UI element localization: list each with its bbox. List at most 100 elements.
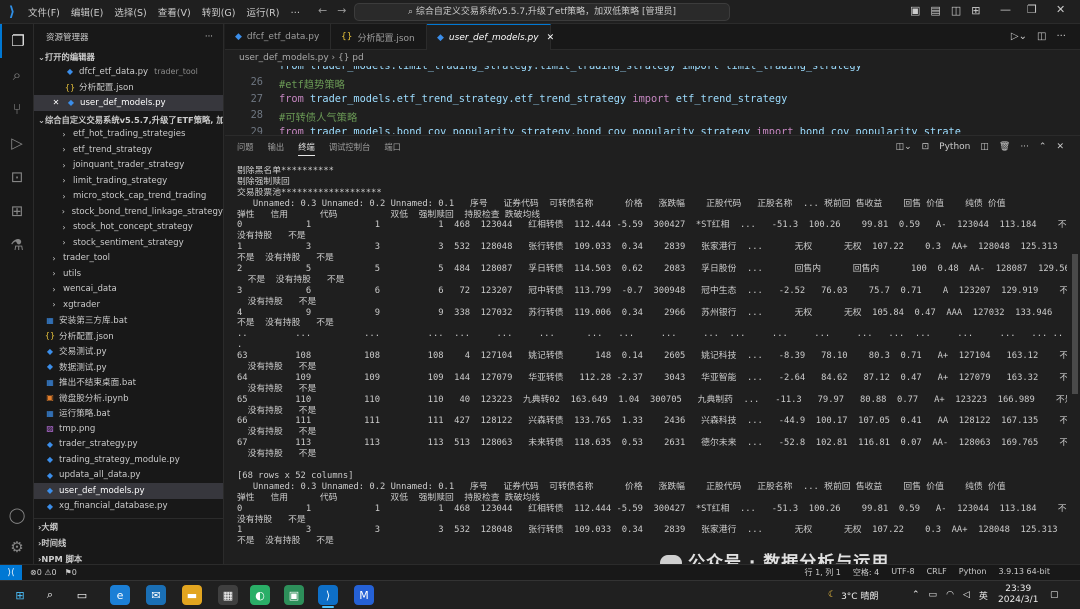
- split-editor-icon[interactable]: ◫: [1037, 31, 1046, 42]
- mail-icon[interactable]: ✉: [146, 585, 166, 605]
- panel-tab[interactable]: 终端: [298, 141, 315, 156]
- terminal-scrollbar[interactable]: [1072, 254, 1078, 394]
- panel-tab[interactable]: 输出: [268, 141, 285, 155]
- file-item[interactable]: ◆ trading_strategy_module.py: [34, 452, 223, 468]
- windows-start-icon[interactable]: ⊞: [10, 585, 30, 605]
- panel-tab[interactable]: 问题: [237, 141, 254, 155]
- code-line[interactable]: from trader_models.bond_cov_popularity_s…: [279, 126, 961, 134]
- info-status[interactable]: ⚑0: [65, 568, 77, 577]
- minimize-icon[interactable]: —: [1000, 3, 1011, 16]
- menu-file[interactable]: 文件(F): [28, 5, 60, 19]
- folder-item[interactable]: › micro_stock_cap_trend_trading: [34, 189, 223, 205]
- file-item[interactable]: ◆ user_def_models.py: [34, 483, 223, 499]
- menu-view[interactable]: 查看(V): [158, 5, 191, 19]
- code-editor[interactable]: from trader_models.limit_trading_strateg…: [225, 66, 1080, 134]
- menu-go[interactable]: 转到(G): [202, 5, 236, 19]
- close-panel-icon[interactable]: ✕: [1056, 142, 1064, 152]
- tab-dfcf-etf-data[interactable]: ◆ dfcf_etf_data.py: [225, 24, 331, 50]
- code-line[interactable]: from trader_models.limit_trading_strateg…: [279, 66, 862, 72]
- folder-item[interactable]: › limit_trading_strategy: [34, 173, 223, 189]
- panel-tab[interactable]: 调试控制台: [329, 141, 371, 155]
- notification-icon[interactable]: ▢: [1050, 581, 1059, 609]
- breadcrumb[interactable]: user_def_models.py › {} pd: [225, 50, 1080, 66]
- trash-icon[interactable]: 🗑: [999, 142, 1010, 152]
- taskbar-search-icon[interactable]: ⌕: [40, 585, 60, 605]
- chevron-up-icon[interactable]: ⌃: [912, 590, 920, 600]
- folder-item[interactable]: › stock_sentiment_strategy: [34, 235, 223, 251]
- language-mode[interactable]: Python: [959, 567, 987, 578]
- more-actions-icon[interactable]: ···: [1056, 31, 1066, 42]
- python-terminal-icon[interactable]: ⊡: [922, 142, 930, 152]
- file-item[interactable]: ▦ 安装第三方库.bat: [34, 313, 223, 329]
- vscode-taskbar-icon[interactable]: ⟩: [318, 585, 338, 605]
- file-item[interactable]: ◆ 数据测试.py: [34, 359, 223, 375]
- manage-gear-icon[interactable]: ⚙: [0, 530, 34, 564]
- volume-icon[interactable]: ◁: [963, 590, 970, 600]
- wifi-icon[interactable]: ◠: [946, 590, 954, 600]
- file-item[interactable]: ◆ 交易测试.py: [34, 344, 223, 360]
- explorer-icon[interactable]: ❐: [0, 24, 34, 58]
- project-section[interactable]: ⌄ 综合自定义交易系统v5.5.7,升级了ETF策略, 加...: [34, 113, 223, 127]
- file-item[interactable]: ◆ xg_financial_database.py: [34, 499, 223, 515]
- shell-label[interactable]: Python: [939, 142, 970, 152]
- ime-indicator[interactable]: 英: [979, 589, 988, 602]
- extensions-icon[interactable]: ⊞: [0, 194, 34, 228]
- file-item[interactable]: ◆ updata_all_data.py: [34, 468, 223, 484]
- folder-item[interactable]: › wencai_data: [34, 282, 223, 298]
- maximize-icon[interactable]: ❐: [1027, 3, 1037, 16]
- open-editor-item[interactable]: ◆ dfcf_etf_data.py trader_tool: [34, 64, 223, 80]
- search-view-icon[interactable]: ⌕: [0, 58, 34, 92]
- problems-status[interactable]: ⊗0 ⚠0: [30, 568, 57, 577]
- folder-item[interactable]: › joinquant_trader_strategy: [34, 158, 223, 174]
- eol[interactable]: CRLF: [927, 567, 947, 578]
- app-blue-icon[interactable]: M: [354, 585, 374, 605]
- file-explorer-icon[interactable]: ▬: [182, 585, 202, 605]
- source-control-icon[interactable]: ⑂: [0, 92, 34, 126]
- code-line[interactable]: #可转债人气策略: [279, 109, 357, 124]
- interpreter-version[interactable]: 3.9.13 64-bit: [999, 567, 1051, 578]
- folder-item[interactable]: › xgtrader: [34, 297, 223, 313]
- file-item[interactable]: ▨ tmp.png: [34, 421, 223, 437]
- more-actions-icon[interactable]: ···: [1020, 142, 1029, 152]
- split-terminal-icon[interactable]: ◫: [980, 142, 989, 152]
- wechat-icon[interactable]: ◐: [250, 585, 270, 605]
- chevron-up-icon[interactable]: ⌃: [1039, 142, 1047, 152]
- command-center-search[interactable]: ⌕ 综合自定义交易系统v5.5.7,升级了etf策略，加双低策略 [管理员]: [354, 3, 730, 21]
- npm-scripts-section[interactable]: › NPM 脚本: [34, 551, 223, 564]
- toggle-panel-icon[interactable]: ▤: [930, 4, 940, 17]
- folder-item[interactable]: › stock_bond_trend_linkage_strategy: [34, 204, 223, 220]
- edge-browser-icon[interactable]: e: [110, 585, 130, 605]
- file-item[interactable]: ▦ 运行策略.bat: [34, 406, 223, 422]
- open-editor-item[interactable]: {} 分析配置.json: [34, 80, 223, 96]
- outline-section[interactable]: › 大纲: [34, 519, 223, 535]
- close-icon[interactable]: ✕: [1056, 3, 1065, 16]
- terminal-layout-icon[interactable]: ◫⌄: [896, 142, 912, 152]
- weather-widget[interactable]: ☾ 3°C 晴朗: [828, 581, 878, 609]
- menu-more[interactable]: …: [290, 5, 300, 19]
- toggle-secondary-sidebar-icon[interactable]: ◫: [951, 4, 961, 17]
- task-view-icon[interactable]: ▭: [72, 585, 92, 605]
- folder-item[interactable]: › stock_hot_concept_strategy: [34, 220, 223, 236]
- file-item[interactable]: {} 分析配置.json: [34, 328, 223, 344]
- customize-layout-icon[interactable]: ⊞: [971, 4, 980, 17]
- code-line[interactable]: from trader_models.etf_trend_strategy.et…: [279, 93, 787, 105]
- tab-user-def-models[interactable]: ◆ user_def_models.py ✕: [427, 24, 554, 50]
- timeline-section[interactable]: › 时间线: [34, 535, 223, 551]
- tab-analysis-config[interactable]: {} 分析配置.json: [331, 24, 427, 50]
- clock[interactable]: 23:39 2024/3/1: [998, 581, 1038, 609]
- cursor-position[interactable]: 行 1, 列 1: [805, 567, 841, 578]
- panel-tab[interactable]: 端口: [384, 141, 401, 155]
- file-item[interactable]: ▣ 微盘股分析.ipynb: [34, 390, 223, 406]
- folder-item[interactable]: › etf_trend_strategy: [34, 142, 223, 158]
- remote-explorer-icon[interactable]: ⊡: [0, 160, 34, 194]
- app-green-icon[interactable]: ▣: [284, 585, 304, 605]
- open-editor-item-active[interactable]: ✕ ◆ user_def_models.py: [34, 95, 223, 111]
- run-debug-icon[interactable]: ▷: [0, 126, 34, 160]
- close-editor-icon[interactable]: ✕: [50, 98, 62, 107]
- account-icon[interactable]: ◯: [0, 498, 34, 532]
- terminal-output[interactable]: 剔除黑名单********** 剔除强制赎回 交易股票池**************…: [237, 166, 1067, 561]
- folder-item[interactable]: › trader_tool: [34, 251, 223, 267]
- open-editors-section[interactable]: ⌄ 打开的编辑器: [34, 50, 223, 64]
- menu-selection[interactable]: 选择(S): [114, 5, 146, 19]
- code-line[interactable]: #etf趋势策略: [279, 76, 345, 91]
